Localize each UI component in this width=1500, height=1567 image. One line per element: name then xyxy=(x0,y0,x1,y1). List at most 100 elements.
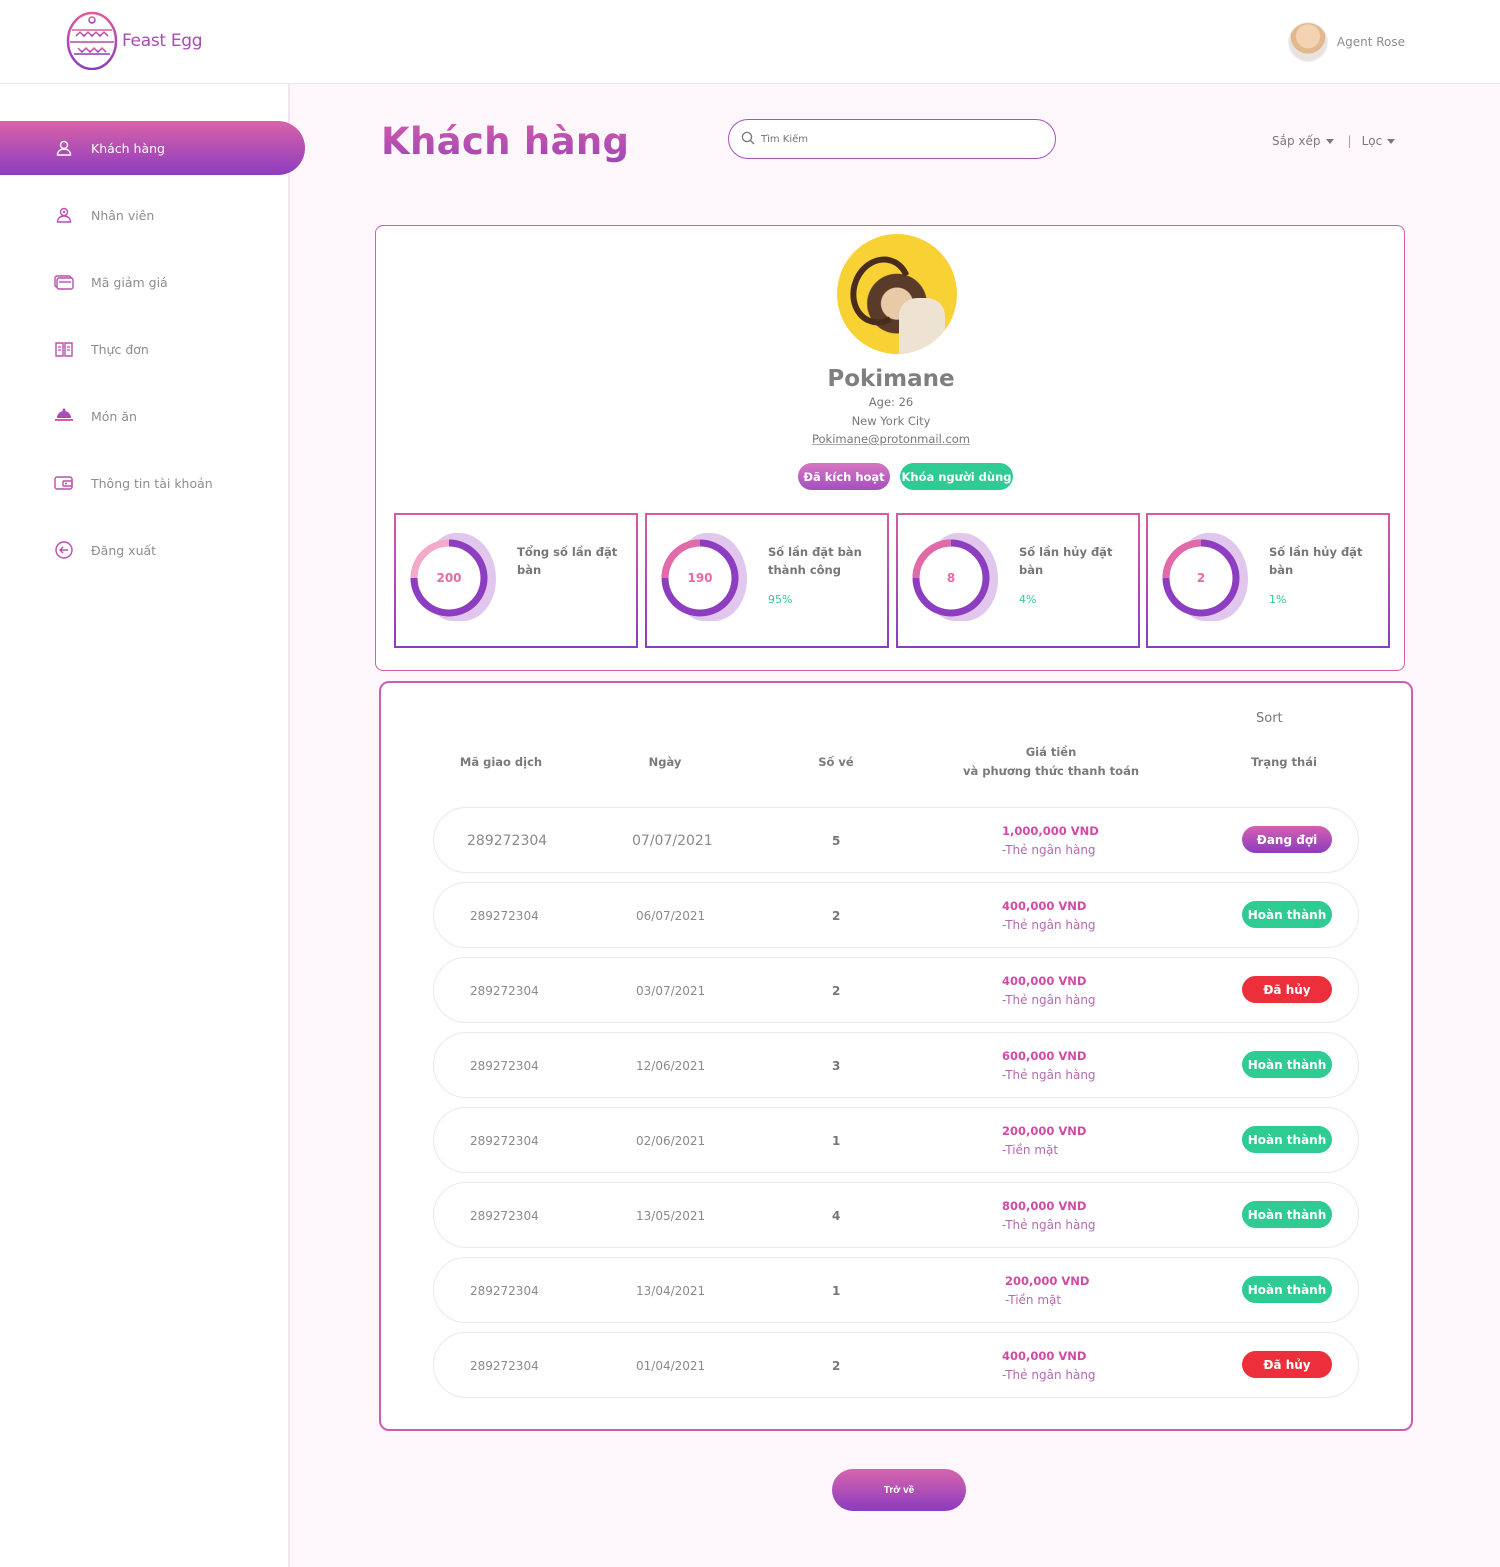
price-amount: 400,000 VND xyxy=(1002,974,1087,988)
chevron-down-icon xyxy=(1325,139,1334,144)
stat-percent: 1% xyxy=(1269,593,1287,606)
table-row[interactable]: 289272304 13/04/2021 1 200,000 VND -Tiền… xyxy=(433,1257,1359,1323)
table-row[interactable]: 289272304 01/04/2021 2 400,000 VND -Thẻ … xyxy=(433,1332,1359,1398)
filter-label: Lọc xyxy=(1361,134,1383,148)
table-row[interactable]: 289272304 12/06/2021 3 600,000 VND -Thẻ … xyxy=(433,1032,1359,1098)
header-transaction-id: Mã giao dịch xyxy=(459,755,543,769)
price-amount: 200,000 VND xyxy=(1005,1274,1090,1288)
egg-logo-icon xyxy=(66,8,118,74)
price-amount: 400,000 VND xyxy=(1002,1349,1087,1363)
dish-icon xyxy=(54,406,74,426)
cell-price: 400,000 VND -Thẻ ngân hàng xyxy=(1002,972,1096,1010)
payment-method: -Tiền mặt xyxy=(1005,1293,1062,1307)
cell-price: 600,000 VND -Thẻ ngân hàng xyxy=(1002,1047,1096,1085)
status-badge[interactable]: Đã hủy xyxy=(1242,1351,1332,1378)
logout-icon xyxy=(54,540,74,560)
cell-transaction-id: 289272304 xyxy=(470,984,539,998)
cell-price: 1,000,000 VND -Thẻ ngân hàng xyxy=(1002,822,1099,860)
sidebar-item-coupons[interactable]: Mã giảm giá xyxy=(0,255,305,309)
sidebar-item-dishes[interactable]: Món ăn xyxy=(0,389,305,443)
profile-photo xyxy=(837,234,957,354)
customer-email[interactable]: Pokimane@protonmail.com xyxy=(376,432,1406,446)
stat-label: Số lần hủy đặt bàn xyxy=(1019,545,1113,577)
user-name: Agent Rose xyxy=(1336,35,1405,49)
header-price: Giá tiền và phương thức thanh toán xyxy=(941,743,1161,781)
search-bar[interactable] xyxy=(728,119,1056,159)
price-amount: 600,000 VND xyxy=(1002,1049,1087,1063)
status-badge[interactable]: Hoàn thành xyxy=(1242,901,1332,928)
status-badge[interactable]: Hoàn thành xyxy=(1242,1276,1332,1303)
table-row[interactable]: 289272304 03/07/2021 2 400,000 VND -Thẻ … xyxy=(433,957,1359,1023)
sidebar-item-label: Thông tin tài khoản xyxy=(91,475,213,491)
top-header: Feast Egg Agent Rose xyxy=(0,0,1500,84)
sidebar-item-label: Khách hàng xyxy=(91,140,165,156)
transactions-card: Sort Mã giao dịch Ngày Số vé Giá tiền và… xyxy=(379,681,1413,1431)
brand-logo[interactable]: Feast Egg xyxy=(66,8,203,74)
status-badge[interactable]: Đang đợi xyxy=(1242,826,1332,853)
cell-price: 200,000 VND -Tiền mặt xyxy=(1005,1272,1089,1310)
cell-quantity: 2 xyxy=(832,909,841,923)
stat-card-success: 190 Số lần đặt bàn thành công 95% xyxy=(645,513,889,648)
sidebar-item-label: Đăng xuất xyxy=(91,542,157,558)
payment-method: -Tiền mặt xyxy=(1002,1143,1059,1157)
cell-quantity: 4 xyxy=(832,1209,841,1223)
sidebar-item-account[interactable]: Thông tin tài khoản xyxy=(0,456,305,510)
table-row[interactable]: 289272304 13/05/2021 4 800,000 VND -Thẻ … xyxy=(433,1182,1359,1248)
table-row[interactable]: 289272304 07/07/2021 5 1,000,000 VND -Th… xyxy=(433,807,1359,873)
header-status: Trạng thái xyxy=(1251,755,1317,769)
header-quantity: Số vé xyxy=(818,755,854,769)
status-badge[interactable]: Hoàn thành xyxy=(1242,1201,1332,1228)
status-badge[interactable]: Đã hủy xyxy=(1242,976,1332,1003)
customer-city: New York City xyxy=(851,414,931,428)
stat-value: 8 xyxy=(946,571,956,585)
status-badge[interactable]: Hoàn thành xyxy=(1242,1051,1332,1078)
cell-transaction-id: 289272304 xyxy=(470,1059,539,1073)
cell-date: 02/06/2021 xyxy=(636,1134,706,1148)
price-amount: 200,000 VND xyxy=(1002,1124,1087,1138)
wallet-icon xyxy=(54,473,74,493)
search-input[interactable] xyxy=(761,133,1021,145)
sidebar-item-label: Nhân viên xyxy=(91,207,155,223)
stat-label: Số lần hủy đặt bàn xyxy=(1269,545,1363,577)
sort-filter-controls: Sắp xếp | Lọc xyxy=(1272,134,1396,148)
cell-price: 400,000 VND -Thẻ ngân hàng xyxy=(1002,1347,1096,1385)
stat-card-total: 200 Tổng số lần đặt bàn xyxy=(394,513,638,648)
stat-percent: 4% xyxy=(1019,593,1037,606)
lock-user-button[interactable]: Khóa người dùng xyxy=(900,463,1013,490)
sidebar-item-staff[interactable]: Nhân viên xyxy=(0,188,305,242)
table-sort-button[interactable]: Sort xyxy=(1256,711,1283,726)
coupon-icon xyxy=(54,272,74,292)
stat-card-cancel: 8 Số lần hủy đặt bàn 4% xyxy=(896,513,1140,648)
stat-label: Tổng số lần đặt bàn xyxy=(517,545,618,577)
stat-percent: 95% xyxy=(768,593,793,606)
sort-label: Sắp xếp xyxy=(1272,134,1321,148)
stat-value: 190 xyxy=(687,571,713,585)
cell-date: 03/07/2021 xyxy=(636,984,706,998)
divider: | xyxy=(1347,134,1352,148)
back-button[interactable]: Trở về xyxy=(832,1469,966,1511)
customer-name: Pokimane xyxy=(827,366,955,392)
payment-method: -Thẻ ngân hàng xyxy=(1002,843,1096,857)
filter-dropdown[interactable]: Lọc xyxy=(1362,134,1396,148)
payment-method: -Thẻ ngân hàng xyxy=(1002,993,1096,1007)
cell-date: 01/04/2021 xyxy=(636,1359,706,1373)
table-row[interactable]: 289272304 06/07/2021 2 400,000 VND -Thẻ … xyxy=(433,882,1359,948)
cell-quantity: 2 xyxy=(832,984,841,998)
chevron-down-icon xyxy=(1387,139,1396,144)
price-amount: 400,000 VND xyxy=(1002,899,1087,913)
sidebar-item-logout[interactable]: Đăng xuất xyxy=(0,523,305,577)
status-badge[interactable]: Hoàn thành xyxy=(1242,1126,1332,1153)
stat-card-cancel-2: 2 Số lần hủy đặt bàn 1% xyxy=(1146,513,1390,648)
sort-dropdown[interactable]: Sắp xếp xyxy=(1272,134,1334,148)
activated-badge[interactable]: Đã kích hoạt xyxy=(798,463,890,490)
header-date: Ngày xyxy=(648,755,682,769)
user-menu[interactable]: Agent Rose xyxy=(1288,23,1405,61)
sidebar-item-label: Món ăn xyxy=(91,408,137,424)
cell-quantity: 1 xyxy=(832,1134,841,1148)
payment-method: -Thẻ ngân hàng xyxy=(1002,1368,1096,1382)
sidebar-item-label: Thực đơn xyxy=(91,341,149,357)
table-row[interactable]: 289272304 02/06/2021 1 200,000 VND -Tiền… xyxy=(433,1107,1359,1173)
sidebar-item-menu[interactable]: Thực đơn xyxy=(0,322,305,376)
sidebar-item-customers[interactable]: Khách hàng xyxy=(0,121,305,175)
avatar[interactable] xyxy=(1288,23,1327,61)
